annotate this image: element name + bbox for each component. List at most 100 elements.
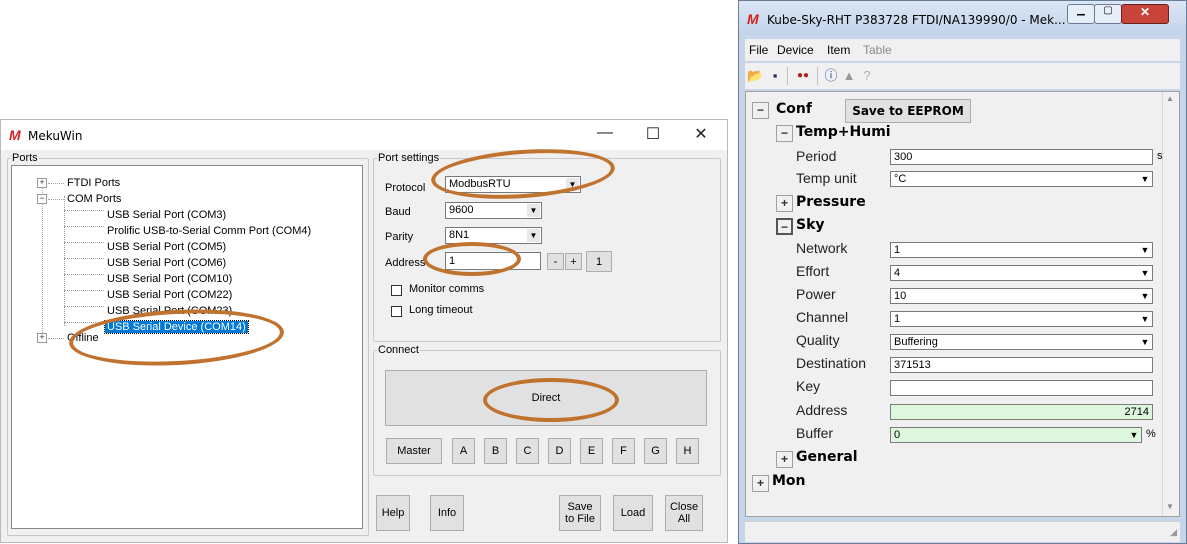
network-label: Network xyxy=(796,240,848,256)
expand-pressure-icon[interactable]: + xyxy=(776,195,793,212)
menu-table[interactable]: Table xyxy=(863,43,892,57)
address-reset-button[interactable]: 1 xyxy=(586,251,612,272)
ports-tree[interactable]: + FTDI Ports − COM Ports USB Serial Port… xyxy=(11,165,363,529)
slave-a-button[interactable]: A xyxy=(452,438,475,464)
master-button[interactable]: Master xyxy=(386,438,442,464)
key-input[interactable] xyxy=(890,380,1153,396)
open-folder-icon[interactable]: 📂 xyxy=(747,68,763,84)
collapse-com-icon[interactable]: − xyxy=(37,194,47,204)
save-label-line1: Save xyxy=(567,501,593,513)
chevron-down-icon: ▼ xyxy=(1129,430,1139,440)
slave-b-button[interactable]: B xyxy=(484,438,507,464)
protocol-select[interactable]: ModbusRTU ▼ xyxy=(445,176,581,193)
baud-label: Baud xyxy=(385,206,411,218)
period-input[interactable]: 300 xyxy=(890,149,1153,165)
warning-icon[interactable]: ▲ xyxy=(841,68,857,84)
help-button[interactable]: Help xyxy=(376,495,410,531)
buffer-value: 0 xyxy=(894,429,901,441)
tree-port-item[interactable]: USB Serial Port (COM10) xyxy=(107,273,232,285)
monitor-comms-checkbox[interactable] xyxy=(391,285,402,296)
kube-close-button[interactable]: ✕ xyxy=(1121,4,1169,24)
kube-minimize-button[interactable]: ▁ xyxy=(1067,4,1095,24)
tree-offline[interactable]: Offline xyxy=(67,332,99,344)
info-icon[interactable]: ⓘ xyxy=(823,68,839,84)
slave-d-button[interactable]: D xyxy=(548,438,571,464)
scroll-up-icon[interactable]: ▲ xyxy=(1166,94,1174,103)
save-disk-icon[interactable]: ▪ xyxy=(767,68,783,84)
baud-select[interactable]: 9600 ▼ xyxy=(445,202,542,219)
chevron-down-icon: ▼ xyxy=(1140,314,1150,324)
temp-unit-label: Temp unit xyxy=(796,170,857,186)
network-select[interactable]: 1 ▼ xyxy=(890,242,1153,258)
expand-general-icon[interactable]: + xyxy=(776,451,793,468)
tree-port-item[interactable]: USB Serial Port (COM5) xyxy=(107,241,226,253)
power-value: 10 xyxy=(894,290,907,302)
slave-f-button[interactable]: F xyxy=(612,438,635,464)
save-to-file-button[interactable]: Save to File xyxy=(559,495,601,531)
kube-titlebar: M Kube-Sky-RHT P383728 FTDI/NA139990/0 -… xyxy=(739,1,1186,35)
vertical-scrollbar[interactable]: ▲ ▼ xyxy=(1162,92,1179,516)
save-to-eeprom-button[interactable]: Save to EEPROM xyxy=(845,99,971,123)
port-settings-label: Port settings xyxy=(378,152,440,164)
destination-input[interactable]: 371513 xyxy=(890,357,1153,373)
direct-button[interactable]: Direct xyxy=(385,370,707,426)
tree-port-item[interactable]: USB Serial Port (COM23) xyxy=(107,305,232,317)
load-button[interactable]: Load xyxy=(613,495,653,531)
help-icon[interactable]: ? xyxy=(859,68,875,84)
parity-value: 8N1 xyxy=(449,229,470,241)
address-decrement-button[interactable]: - xyxy=(547,253,564,270)
resize-grip-icon[interactable]: ◢ xyxy=(1170,527,1177,538)
tree-ftdi-ports[interactable]: FTDI Ports xyxy=(67,177,120,189)
tree-port-item[interactable]: USB Serial Port (COM3) xyxy=(107,209,226,221)
conf-header: Conf xyxy=(776,101,812,117)
slave-g-button[interactable]: G xyxy=(644,438,667,464)
quality-select[interactable]: Buffering ▼ xyxy=(890,334,1153,350)
tree-port-item[interactable]: Prolific USB-to-Serial Comm Port (COM4) xyxy=(107,225,311,237)
slave-e-button[interactable]: E xyxy=(580,438,603,464)
slave-h-button[interactable]: H xyxy=(676,438,699,464)
slave-c-button[interactable]: C xyxy=(516,438,539,464)
protocol-label: Protocol xyxy=(385,182,426,194)
expand-mon-icon[interactable]: + xyxy=(752,475,769,492)
temp-unit-select[interactable]: °C ▼ xyxy=(890,171,1153,187)
channel-label: Channel xyxy=(796,309,849,325)
info-button[interactable]: Info xyxy=(430,495,464,531)
power-label: Power xyxy=(796,286,836,302)
minimize-button[interactable]: — xyxy=(587,124,623,142)
kube-property-tree: ▲ ▼ − Conf Save to EEPROM − Temp+Humi Pe… xyxy=(745,91,1180,517)
tree-port-item[interactable]: USB Serial Port (COM22) xyxy=(107,289,232,301)
save-label-line2: to File xyxy=(565,513,595,525)
parity-select[interactable]: 8N1 ▼ xyxy=(445,227,542,244)
close-all-button[interactable]: Close All xyxy=(665,495,703,531)
scroll-down-icon[interactable]: ▼ xyxy=(1166,502,1174,511)
modbus-icon[interactable]: ●● xyxy=(795,68,811,84)
chevron-down-icon: ▼ xyxy=(527,229,540,242)
collapse-temp-humi-icon[interactable]: − xyxy=(776,125,793,142)
kube-toolbar: 📂 ▪ ●● ⓘ ▲ ? xyxy=(745,63,1180,89)
tree-port-item-selected[interactable]: USB Serial Device (COM14) xyxy=(104,320,249,334)
tree-port-item[interactable]: USB Serial Port (COM6) xyxy=(107,257,226,269)
effort-select[interactable]: 4 ▼ xyxy=(890,265,1153,281)
tree-com-ports[interactable]: COM Ports xyxy=(67,193,121,205)
address-readonly-field: 2714 xyxy=(890,404,1153,420)
chevron-down-icon: ▼ xyxy=(1140,245,1150,255)
address-input[interactable]: 1 xyxy=(445,252,541,270)
expand-offline-icon[interactable]: + xyxy=(37,333,47,343)
address-increment-button[interactable]: + xyxy=(565,253,582,270)
menu-item[interactable]: Item xyxy=(827,43,850,57)
long-timeout-checkbox[interactable] xyxy=(391,306,402,317)
expand-ftdi-icon[interactable]: + xyxy=(37,178,47,188)
power-select[interactable]: 10 ▼ xyxy=(890,288,1153,304)
menu-file[interactable]: File xyxy=(749,43,768,57)
kube-maximize-button[interactable]: ▢ xyxy=(1094,4,1122,24)
buffer-select[interactable]: 0 ▼ xyxy=(890,427,1142,443)
collapse-conf-icon[interactable]: − xyxy=(752,102,769,119)
menu-device[interactable]: Device xyxy=(777,43,814,57)
collapse-sky-icon[interactable]: − xyxy=(776,218,793,235)
kube-window-title: Kube-Sky-RHT P383728 FTDI/NA139990/0 - M… xyxy=(767,13,1066,27)
channel-select[interactable]: 1 ▼ xyxy=(890,311,1153,327)
close-button[interactable]: ✕ xyxy=(683,124,719,144)
kube-window: M Kube-Sky-RHT P383728 FTDI/NA139990/0 -… xyxy=(738,0,1187,544)
period-unit: s xyxy=(1157,150,1163,162)
maximize-button[interactable]: ☐ xyxy=(635,124,671,144)
